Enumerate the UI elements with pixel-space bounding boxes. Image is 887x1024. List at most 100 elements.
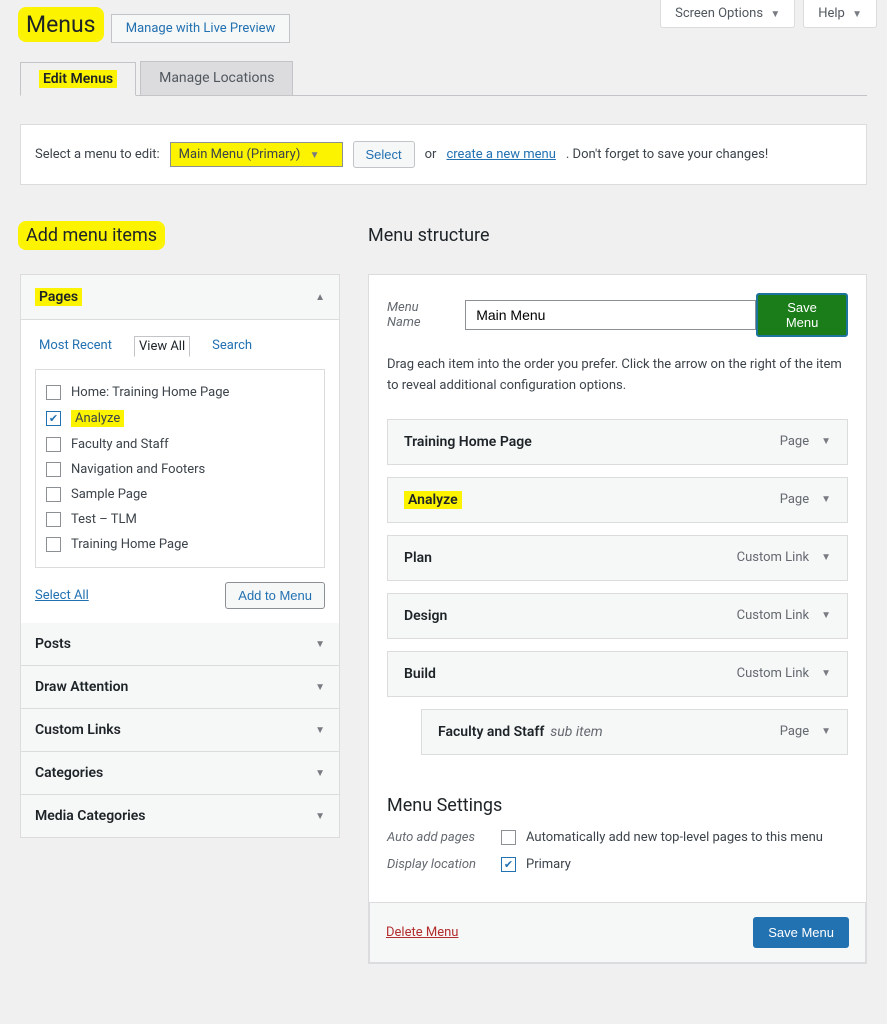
menu-item[interactable]: Plan Custom Link ▼: [387, 535, 848, 581]
display-location-label: Display location: [387, 857, 491, 872]
page-check-item[interactable]: Test – TLM: [46, 507, 314, 532]
metabox-title: Draw Attention: [35, 679, 128, 695]
add-to-menu-button[interactable]: Add to Menu: [225, 582, 325, 609]
tab-edit-menus[interactable]: Edit Menus: [20, 62, 136, 96]
page-check-label: Test – TLM: [71, 512, 137, 527]
metabox-toggle[interactable]: Posts ▼: [21, 623, 339, 665]
screen-options-label: Screen Options: [675, 6, 763, 21]
manage-live-preview-button[interactable]: Manage with Live Preview: [111, 14, 291, 43]
page-check-label: Training Home Page: [71, 537, 188, 552]
checkbox[interactable]: [46, 487, 61, 502]
caret-down-icon: ▼: [821, 726, 831, 737]
menu-item[interactable]: Training Home Page Page ▼: [387, 419, 848, 465]
pages-metabox-title: Pages: [35, 288, 82, 306]
caret-down-icon: ▼: [770, 9, 780, 20]
menu-item-type: Page: [780, 434, 809, 449]
create-new-menu-link[interactable]: create a new menu: [446, 147, 555, 162]
caret-down-icon: ▼: [821, 552, 831, 563]
menu-item-type: Custom Link: [737, 608, 809, 623]
display-location-text: Primary: [526, 857, 571, 872]
menu-item-type: Page: [780, 724, 809, 739]
caret-down-icon: ▼: [821, 436, 831, 447]
pages-metabox-toggle[interactable]: Pages ▲: [21, 275, 339, 320]
caret-down-icon: ▼: [315, 725, 325, 736]
checkbox[interactable]: [46, 385, 61, 400]
save-menu-button-top[interactable]: Save Menu: [756, 293, 848, 337]
select-all-link[interactable]: Select All: [35, 588, 89, 603]
auto-add-text: Automatically add new top-level pages to…: [526, 830, 823, 845]
select-button[interactable]: Select: [353, 141, 415, 168]
page-check-item[interactable]: Sample Page: [46, 482, 314, 507]
select-menu-label: Select a menu to edit:: [35, 147, 160, 162]
page-check-label: Analyze: [71, 410, 124, 427]
menu-item[interactable]: Faculty and Staff sub item Page ▼: [421, 709, 848, 755]
caret-down-icon: ▼: [310, 150, 320, 161]
menu-structure-heading: Menu structure: [368, 225, 867, 246]
checkbox[interactable]: [46, 512, 61, 527]
metabox-title: Categories: [35, 765, 103, 781]
save-menu-button-bottom[interactable]: Save Menu: [753, 917, 849, 948]
add-menu-items-heading: Add menu items: [20, 225, 340, 246]
menu-item[interactable]: Build Custom Link ▼: [387, 651, 848, 697]
menu-select[interactable]: Main Menu (Primary) ▼: [170, 142, 343, 167]
page-check-item[interactable]: ✔ Analyze: [46, 405, 314, 432]
metabox-title: Media Categories: [35, 808, 146, 824]
caret-down-icon: ▼: [821, 610, 831, 621]
checkbox[interactable]: ✔: [46, 411, 61, 426]
help-button[interactable]: Help ▼: [803, 0, 877, 28]
delete-menu-link[interactable]: Delete Menu: [386, 925, 458, 940]
menu-item-sub-label: sub item: [550, 724, 602, 740]
caret-down-icon: ▼: [852, 9, 862, 20]
subtab-search[interactable]: Search: [208, 336, 256, 357]
menu-item-title: Training Home Page: [404, 434, 532, 450]
menu-item-type: Page: [780, 492, 809, 507]
metabox-title: Posts: [35, 636, 71, 652]
checkbox[interactable]: [46, 537, 61, 552]
menu-item[interactable]: Analyze Page ▼: [387, 477, 848, 523]
caret-down-icon: ▼: [821, 494, 831, 505]
page-check-label: Navigation and Footers: [71, 462, 205, 477]
menu-select-value: Main Menu (Primary): [179, 147, 301, 162]
metabox-toggle[interactable]: Draw Attention ▼: [21, 666, 339, 708]
tab-manage-locations[interactable]: Manage Locations: [140, 61, 293, 95]
menu-name-label: Menu Name: [387, 300, 453, 330]
instructions-text: Drag each item into the order you prefer…: [387, 355, 848, 397]
subtab-most-recent[interactable]: Most Recent: [35, 336, 116, 357]
or-text: or: [425, 147, 437, 162]
page-title: Menus: [20, 10, 102, 40]
metabox-toggle[interactable]: Media Categories ▼: [21, 795, 339, 837]
menu-bar-tail: . Don't forget to save your changes!: [566, 147, 768, 162]
menu-item-title: Faculty and Staff: [438, 724, 544, 740]
menu-name-input[interactable]: [465, 300, 756, 330]
display-location-checkbox[interactable]: ✔: [501, 857, 516, 872]
menu-item-type: Custom Link: [737, 550, 809, 565]
page-check-item[interactable]: Home: Training Home Page: [46, 380, 314, 405]
page-check-item[interactable]: Training Home Page: [46, 532, 314, 557]
page-check-label: Home: Training Home Page: [71, 385, 229, 400]
caret-down-icon: ▼: [315, 768, 325, 779]
caret-down-icon: ▼: [315, 811, 325, 822]
checkbox[interactable]: [46, 437, 61, 452]
help-label: Help: [818, 6, 845, 21]
caret-down-icon: ▼: [315, 639, 325, 650]
page-check-label: Sample Page: [71, 487, 147, 502]
page-check-item[interactable]: Navigation and Footers: [46, 457, 314, 482]
checkbox[interactable]: [46, 462, 61, 477]
menu-item-title: Analyze: [404, 491, 462, 509]
metabox-toggle[interactable]: Custom Links ▼: [21, 709, 339, 751]
caret-down-icon: ▼: [315, 682, 325, 693]
metabox-toggle[interactable]: Categories ▼: [21, 752, 339, 794]
menu-item-type: Custom Link: [737, 666, 809, 681]
auto-add-checkbox[interactable]: [501, 830, 516, 845]
menu-item-title: Build: [404, 666, 436, 682]
menu-settings-heading: Menu Settings: [387, 795, 848, 816]
auto-add-label: Auto add pages: [387, 830, 491, 845]
menu-item-title: Plan: [404, 550, 432, 566]
metabox-title: Custom Links: [35, 722, 121, 738]
caret-down-icon: ▼: [821, 668, 831, 679]
page-check-label: Faculty and Staff: [71, 437, 169, 452]
screen-options-button[interactable]: Screen Options ▼: [660, 0, 795, 28]
menu-item[interactable]: DesignCustom Link▼: [387, 593, 848, 639]
subtab-view-all[interactable]: View All: [134, 336, 190, 357]
page-check-item[interactable]: Faculty and Staff: [46, 432, 314, 457]
